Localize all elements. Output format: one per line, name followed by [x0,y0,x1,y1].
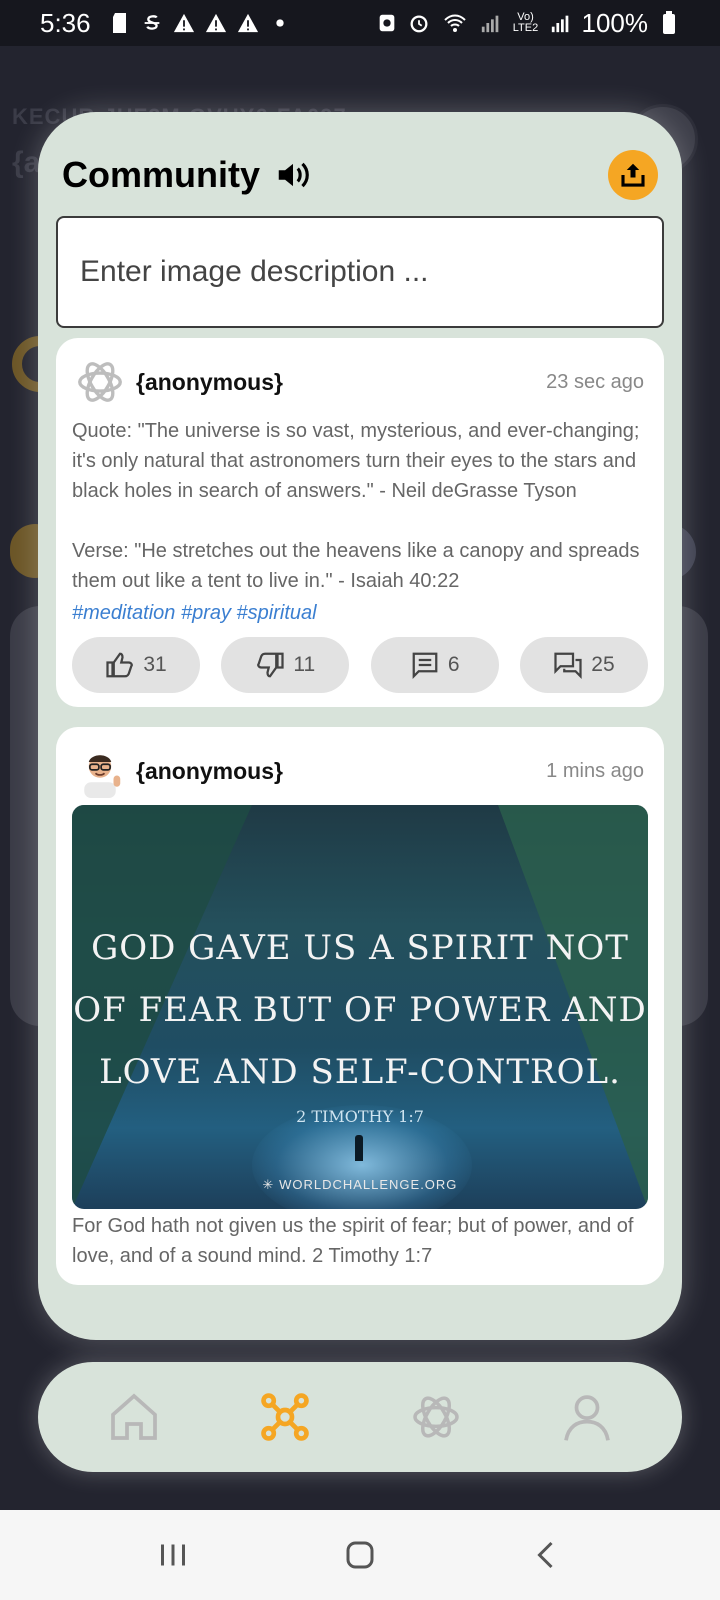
openai-logo-icon [412,1396,459,1438]
thumbs-down-icon [257,652,285,678]
nav-ai[interactable] [396,1377,476,1457]
post-actions: 31 11 6 25 [72,637,648,693]
network-label: Vo) LTE2 [512,11,539,34]
speaker-icon[interactable] [274,156,312,194]
comment-icon [412,652,438,679]
post-time: 1 mins ago [546,759,644,782]
background-user: {a [12,146,41,179]
post-image[interactable]: GOD GAVE US A SPIRIT NOT OF FEAR BUT OF … [72,805,648,1209]
chat-bubbles-icon [554,652,582,679]
memoji-avatar-icon[interactable] [72,743,128,799]
post-header: {anonymous} 1 mins ago [72,741,648,801]
modal-header: Community [62,140,658,210]
star-icon: ✳ [262,1177,280,1192]
battery-icon [663,11,675,34]
warning-icon [237,13,258,33]
image-quote: GOD GAVE US A SPIRIT NOT OF FEAR BUT OF … [72,917,648,1103]
profile-icon [563,1395,610,1441]
nav-profile[interactable] [547,1377,627,1457]
image-quote-line: OF FEAR BUT OF POWER AND [73,990,647,1030]
post-header: {anonymous} 23 sec ago [72,352,648,412]
recent-apps-button[interactable] [143,1525,203,1585]
status-right: Vo) LTE2 100% [376,8,681,39]
alarm-icon [410,15,427,33]
s-icon [144,15,159,30]
post-user: {anonymous} [72,354,283,410]
image-site-text: WORLDCHALLENGE.ORG [279,1177,458,1192]
post-caption: For God hath not given us the spirit of … [72,1215,634,1267]
community-modal: Community Enter image description ... {a… [38,112,682,1340]
home-icon [110,1393,157,1440]
discussion-button[interactable]: 25 [519,637,648,693]
image-site: ✳ WORLDCHALLENGE.ORG [72,1177,648,1193]
upload-icon [621,163,645,187]
post-user: {anonymous} [72,743,283,799]
warning-icon [173,13,194,33]
comment-button[interactable]: 6 [370,637,499,693]
post-tags[interactable]: #meditation #pray #spiritual [72,602,648,625]
dislike-count: 11 [293,653,316,676]
battery-percent: 100% [581,7,649,38]
status-bar: 5:36 Vo) LTE2 100% [0,0,720,46]
home-button[interactable] [330,1525,390,1585]
system-navigation [0,1510,720,1600]
openai-logo-icon[interactable] [72,354,128,410]
community-feed[interactable]: {anonymous} 23 sec ago Quote: "The unive… [56,338,664,1294]
image-quote-line: GOD GAVE US A SPIRIT NOT [91,928,629,968]
status-left: 5:36 [40,8,291,39]
upload-button[interactable] [608,150,658,200]
sd-card-icon [112,13,126,33]
post-author[interactable]: {anonymous} [136,758,283,785]
post-verse: Verse: "He stretches out the heavens lik… [72,540,640,592]
home-square-icon [346,1541,374,1569]
nav-home[interactable] [94,1377,174,1457]
recent-apps-icon [161,1544,186,1566]
image-description-input[interactable] [56,216,664,328]
post-body: Quote: "The universe is so vast, mysteri… [72,416,648,596]
post-author[interactable]: {anonymous} [136,369,283,396]
page-title: Community [62,154,260,195]
post-quote: Quote: "The universe is so vast, mysteri… [72,420,640,502]
image-figure [355,1135,363,1161]
thumbs-up-icon [106,652,134,678]
warning-icon [205,13,226,33]
wifi-icon [443,14,466,32]
bottom-nav [38,1362,682,1472]
post-card: {anonymous} 1 mins ago GOD GAVE US A SPI… [56,727,664,1285]
like-count: 31 [143,653,167,676]
image-quote-line: LOVE AND SELF-CONTROL. [99,1052,621,1092]
community-network-icon [260,1393,309,1441]
nav-community[interactable] [245,1377,325,1457]
image-reference: 2 TIMOTHY 1:7 [296,1107,424,1126]
post-time: 23 sec ago [546,370,644,393]
like-button[interactable]: 31 [72,637,200,693]
back-button[interactable] [517,1525,577,1585]
signal-icon [551,15,568,33]
discussion-count: 25 [591,653,615,676]
signal-icon [481,15,498,33]
title-wrap: Community [62,154,312,196]
back-chevron-icon [537,1541,553,1569]
notification-dot-icon [275,19,284,27]
post-card: {anonymous} 23 sec ago Quote: "The unive… [56,338,664,707]
vpn-icon [379,14,394,32]
dislike-button[interactable]: 11 [221,637,350,693]
status-time: 5:36 [40,7,91,38]
comment-count: 6 [447,653,460,676]
